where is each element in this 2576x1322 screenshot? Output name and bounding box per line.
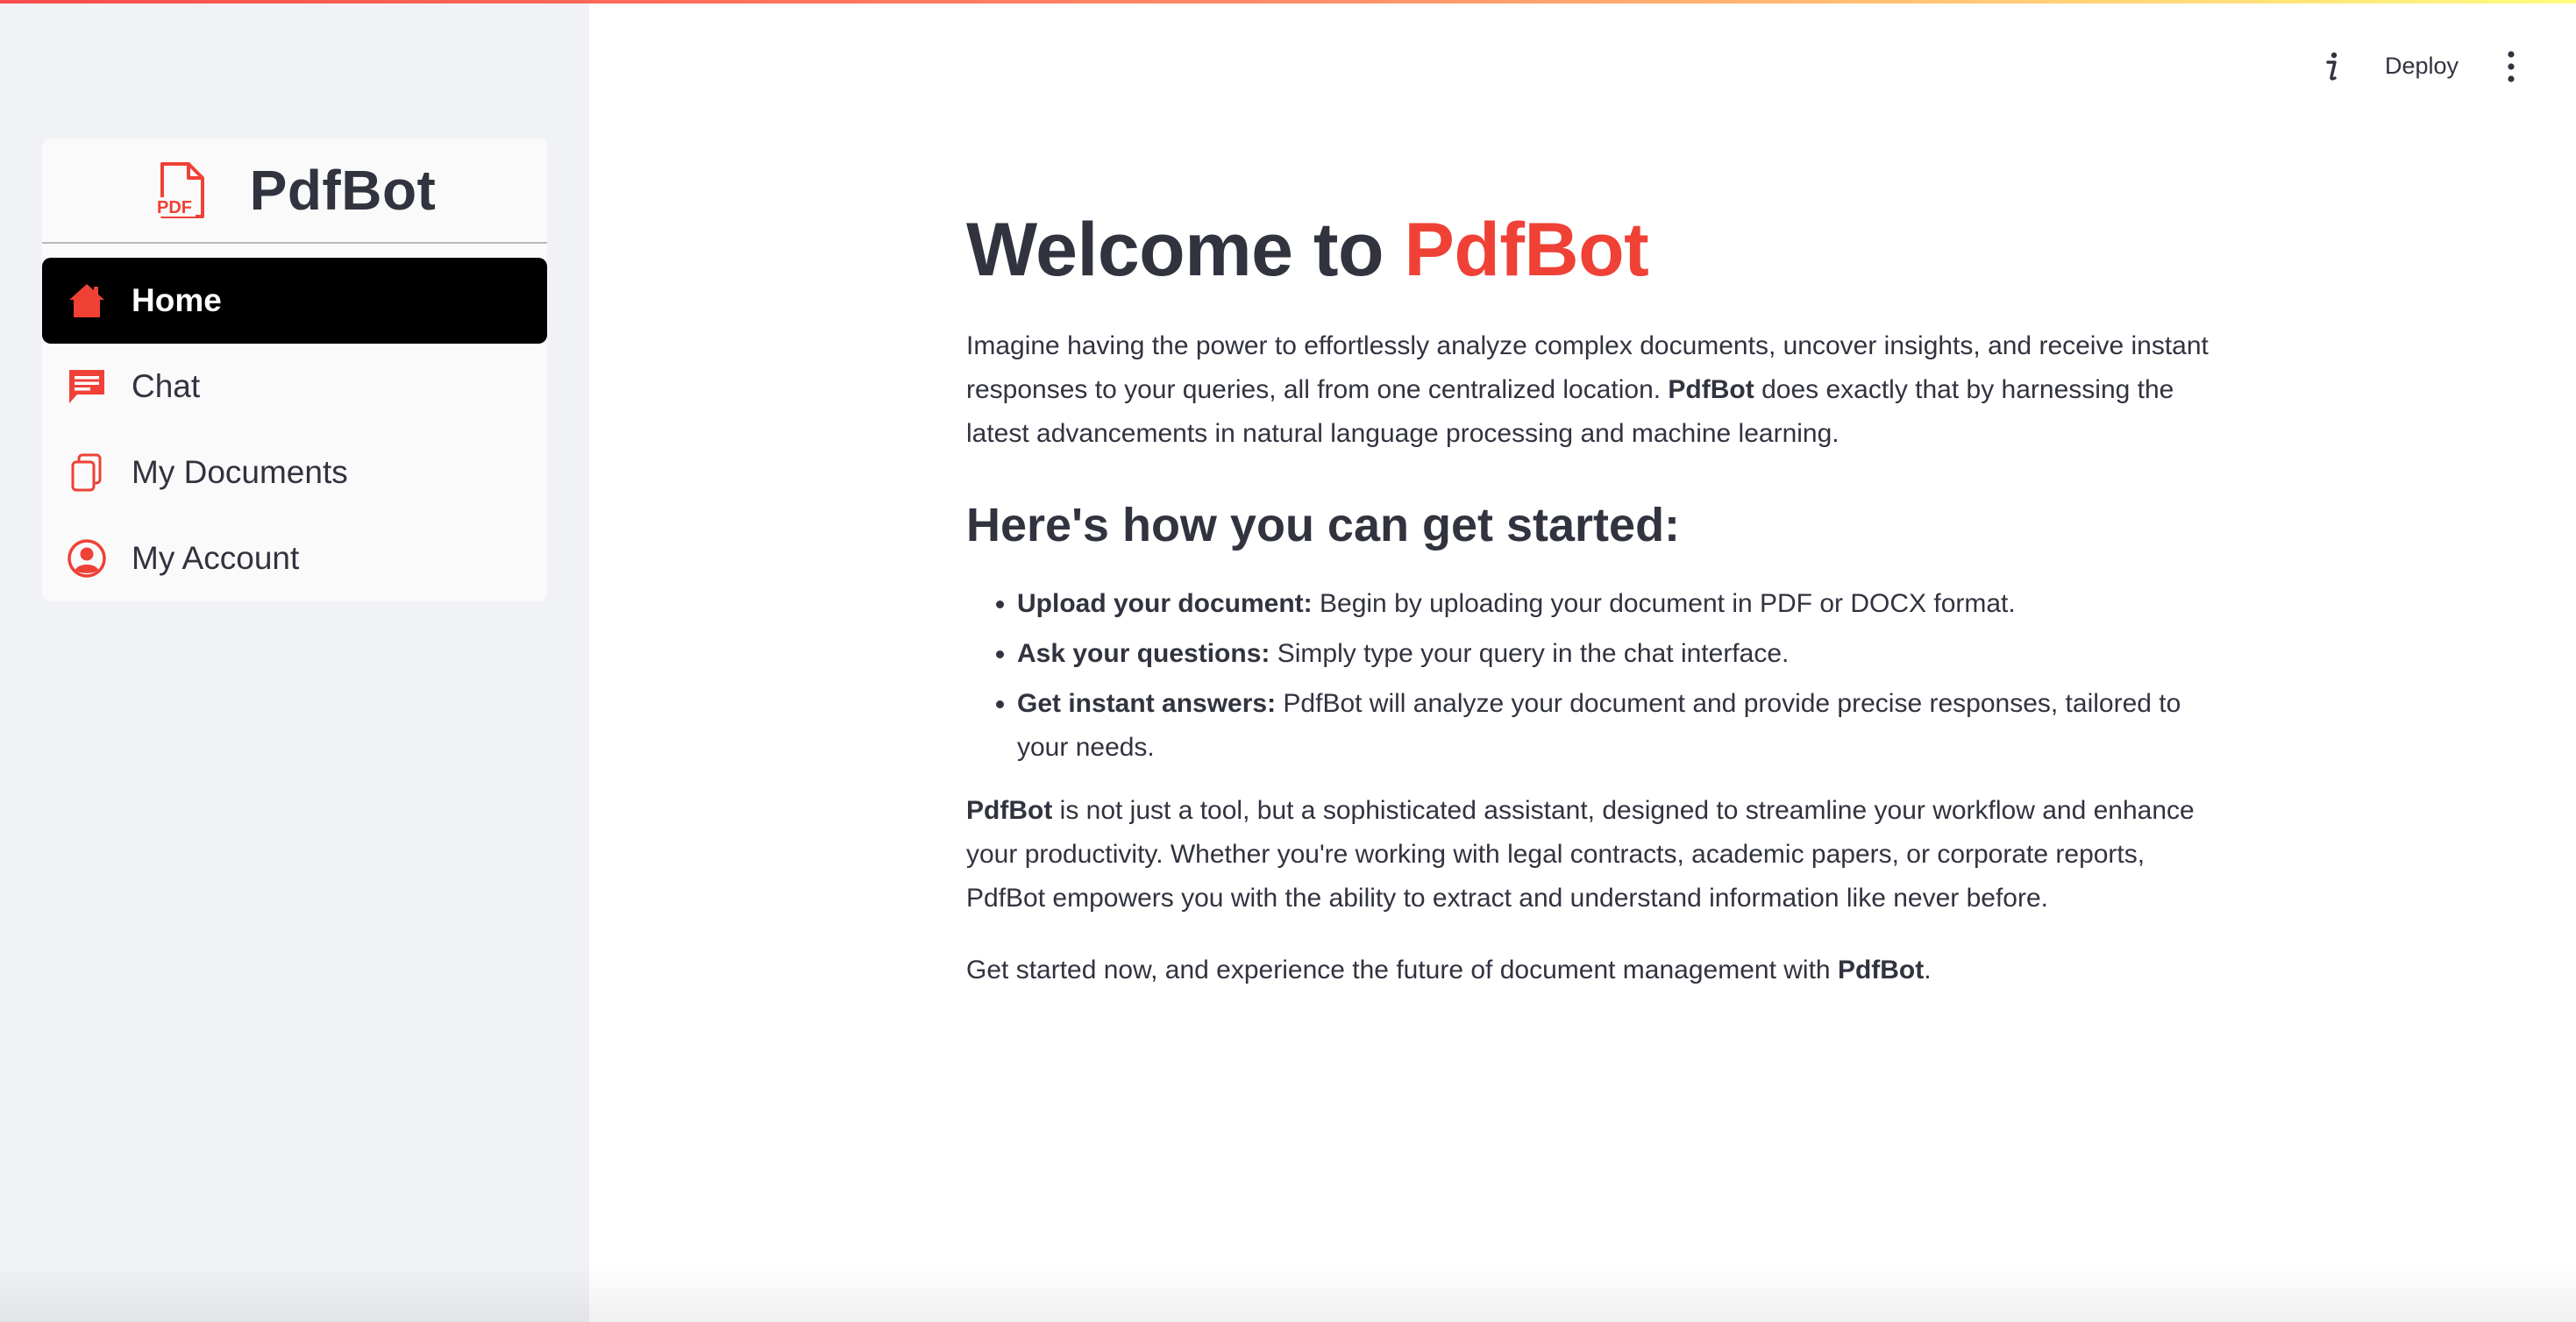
top-decoration-bar [0,0,2576,4]
step-text: Simply type your query in the chat inter… [1270,639,1790,668]
home-icon [69,284,104,317]
intro-paragraph: Imagine having the power to effortlessly… [966,324,2211,456]
welcome-brand: PdfBot [1404,208,1649,292]
final-brand: PdfBot [1837,956,1925,984]
closing-text: is not just a tool, but a sophisticated … [966,796,2195,913]
pdf-file-icon: PDF [153,162,204,218]
step-title: Upload your document: [1017,589,1313,618]
final-paragraph: Get started now, and experience the futu… [966,949,2211,992]
final-text: Get started now, and experience the futu… [966,956,1838,984]
svg-text:PDF: PDF [157,198,192,217]
sidebar-menu: PDF PdfBot Home Chat My Documents My Acc… [42,139,547,601]
step-text: Begin by uploading your document in PDF … [1312,589,2016,618]
menu-divider [42,242,547,244]
sidebar-item-my-account[interactable]: My Account [42,515,547,601]
main-content: Welcome to PdfBot Imagine having the pow… [966,202,2211,992]
closing-paragraph: PdfBot is not just a tool, but a sophist… [966,789,2211,920]
sidebar-item-label: My Account [132,540,300,576]
step-title: Get instant answers: [1017,689,1277,718]
menu-header: PDF PdfBot [42,139,547,242]
get-started-heading: Here's how you can get started: [966,499,1681,551]
list-item: Upload your document: Begin by uploading… [1017,582,2211,626]
sidebar-item-label: Home [132,282,222,318]
closing-brand: PdfBot [966,796,1053,825]
list-item: Ask your questions: Simply type your que… [1017,632,2211,676]
deploy-button[interactable]: Deploy [2373,39,2471,93]
sidebar-item-my-documents[interactable]: My Documents [42,430,547,515]
documents-icon [71,453,102,492]
sidebar-item-label: Chat [132,368,201,404]
steps-list: Upload your document: Begin by uploading… [966,582,2211,770]
list-item: Get instant answers: PdfBot will analyze… [1017,682,2211,770]
account-icon [68,539,106,578]
kebab-menu-icon[interactable] [2492,46,2530,88]
sidebar-item-home[interactable]: Home [42,258,547,344]
sidebar-item-chat[interactable]: Chat [42,344,547,430]
final-text-end: . [1924,956,1932,984]
sidebar-item-label: My Documents [132,454,348,490]
intro-brand: PdfBot [1668,375,1754,404]
welcome-prefix: Welcome to [966,208,1405,292]
menu-title: PdfBot [249,159,437,222]
page-title: Welcome to PdfBot [966,202,2211,298]
chat-icon [69,370,104,403]
info-icon[interactable] [2313,47,2352,86]
step-title: Ask your questions: [1017,639,1270,668]
sidebar: PDF PdfBot Home Chat My Documents My Acc… [0,0,589,1322]
